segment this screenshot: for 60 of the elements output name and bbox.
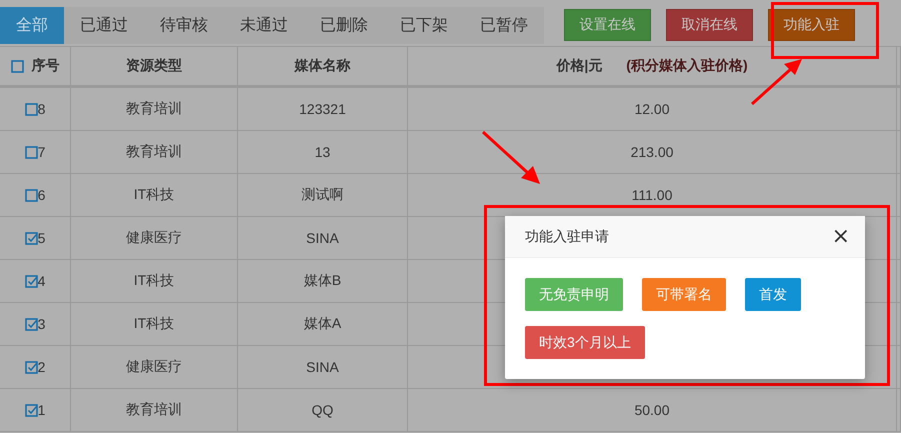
row-number: 7 [38,144,46,160]
row-number: 4 [38,273,46,289]
filter-tab[interactable]: 未通过 [224,6,304,44]
table-cell: 12.00 [634,101,670,117]
row-number: 5 [38,230,46,246]
table-cell: SINA [306,230,339,246]
table-cell: 测试啊 [302,186,344,204]
table-cell: 健康医疗 [126,358,182,376]
arrow [482,130,540,184]
arrow [751,59,802,106]
filter-tab[interactable]: 已删除 [304,6,384,44]
table-cell: IT科技 [134,315,174,333]
row-number: 8 [38,101,46,117]
table-cell: 123321 [299,101,346,117]
row-number: 6 [38,187,46,203]
table-cell: 教育培训 [126,100,182,118]
table-cell: 教育培训 [126,401,182,419]
dialog-title: 功能入驻申请 [525,228,609,246]
action-button[interactable]: 功能入驻 [768,9,855,41]
column-header: 资源类型 [126,57,182,75]
table-cell: 教育培训 [126,143,182,161]
table-cell: IT科技 [134,272,174,290]
checkbox[interactable] [10,60,24,72]
table-cell: 213.00 [630,144,674,160]
checked-checkbox[interactable] [24,404,38,416]
table-cell: SINA [306,359,339,375]
action-button[interactable]: 设置在线 [564,9,651,41]
checkbox[interactable] [24,146,38,158]
checked-checkbox[interactable] [24,274,38,288]
table-cell: IT科技 [134,186,174,204]
table-cell: 13 [314,144,330,160]
filter-tab[interactable]: 待审核 [144,6,224,44]
option-button[interactable]: 无免责申明 [525,278,623,311]
table-cell: 111.00 [632,187,672,203]
checked-checkbox[interactable] [24,318,38,330]
option-button[interactable]: 时效3个月以上 [525,326,645,359]
filter-tab[interactable]: 已通过 [64,6,144,44]
column-header: 价格|元 [556,57,602,75]
close-button[interactable]: × [832,226,850,248]
checkbox[interactable] [24,102,38,116]
filter-tab[interactable]: 已下架 [384,6,464,44]
action-button[interactable]: 取消在线 [666,9,753,41]
filter-tab[interactable]: 已暂停 [464,6,544,44]
checked-checkbox[interactable] [24,360,38,374]
table-cell: 健康医疗 [126,229,182,247]
checkbox[interactable] [24,188,38,202]
column-header: 序号 [32,57,60,75]
column-note: (积分媒体入驻价格) [626,57,748,75]
table-cell: QQ [312,402,334,418]
table-cell: 50.00 [634,402,670,418]
row-number: 1 [38,402,46,418]
checked-checkbox[interactable] [24,232,38,244]
row-number: 3 [38,316,46,332]
filter-tab[interactable]: 全部 [0,6,64,44]
table-cell: 媒体A [304,315,342,333]
table-cell: 媒体B [304,272,342,290]
column-header: 媒体名称 [294,57,350,75]
row-number: 2 [38,359,46,375]
option-button[interactable]: 可带署名 [642,278,726,311]
option-button[interactable]: 首发 [745,278,801,311]
